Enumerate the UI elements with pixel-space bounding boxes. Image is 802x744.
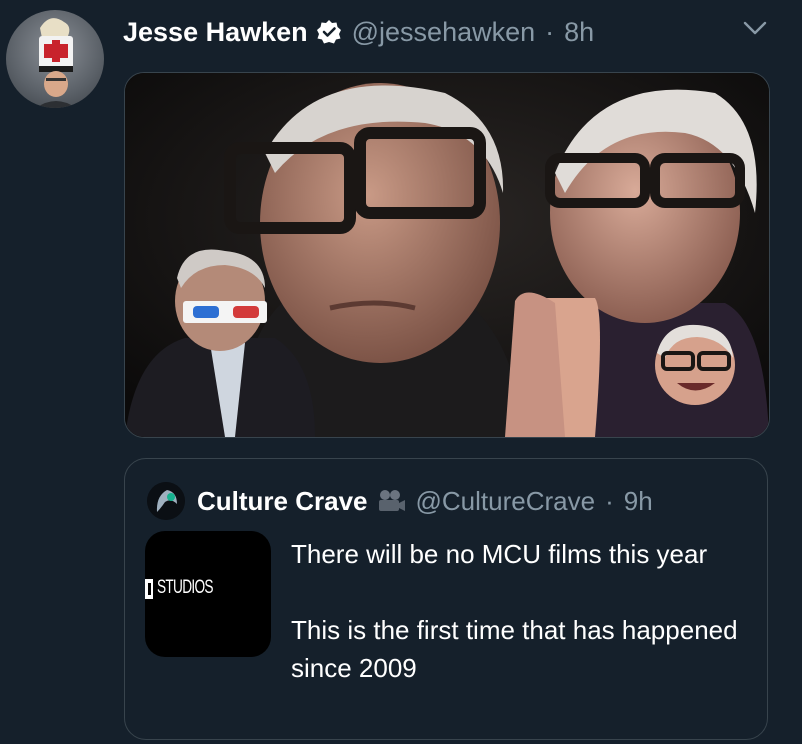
quoted-tweet[interactable]: Culture Crave @CultureCrave · 9h STUDIOS [124,458,768,740]
quoted-tweet-thumbnail[interactable]: STUDIOS [145,531,271,657]
author-handle[interactable]: @jessehawken [352,17,536,48]
quoted-author-name[interactable]: Culture Crave [197,486,368,517]
quoted-time-separator: · [605,485,614,516]
quoted-tweet-time[interactable]: 9h [624,486,653,517]
tweet-media-image[interactable] [124,72,770,438]
movie-camera-icon [376,488,406,514]
tweet-time[interactable]: 8h [564,17,594,48]
avatar-illustration [36,18,76,108]
quoted-tweet-text: There will be no MCU films this year Thi… [291,535,751,687]
quoted-author-avatar[interactable] [147,482,185,520]
author-name[interactable]: Jesse Hawken [123,17,308,48]
tweet-header: Jesse Hawken @jessehawken · 8h [123,12,594,52]
quoted-tweet-paragraph: This is the first time that has happened… [291,615,738,683]
quoted-tweet-paragraph: There will be no MCU films this year [291,539,708,569]
quoted-tweet-header: Culture Crave @CultureCrave · 9h [147,481,653,521]
author-avatar[interactable] [6,10,104,108]
quoted-thumbnail-text: STUDIOS [157,577,213,598]
tweet: Jesse Hawken @jessehawken · 8h Culture C… [0,0,802,744]
collage-image [125,73,769,437]
chevron-down-icon[interactable] [738,14,772,44]
verified-badge-icon [316,19,342,45]
time-separator: · [545,16,555,47]
quoted-author-handle[interactable]: @CultureCrave [416,486,596,517]
